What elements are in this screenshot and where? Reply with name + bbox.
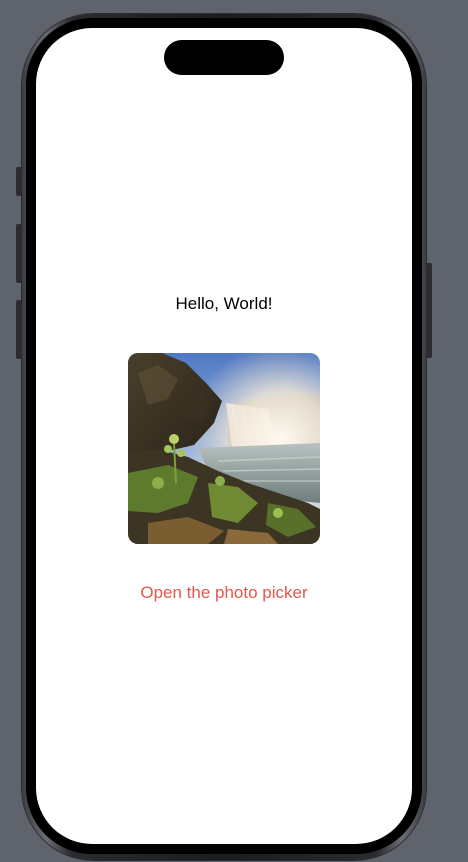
open-photo-picker-button[interactable]: Open the photo picker	[36, 583, 412, 603]
dynamic-island	[164, 40, 284, 75]
waterfall-photo	[128, 353, 320, 544]
simulator-window: Hello, World! Open the photo picker	[0, 0, 468, 862]
phone-screen: Hello, World! Open the photo picker	[36, 28, 412, 844]
power-button	[426, 263, 432, 358]
greeting-text: Hello, World!	[175, 294, 273, 313]
